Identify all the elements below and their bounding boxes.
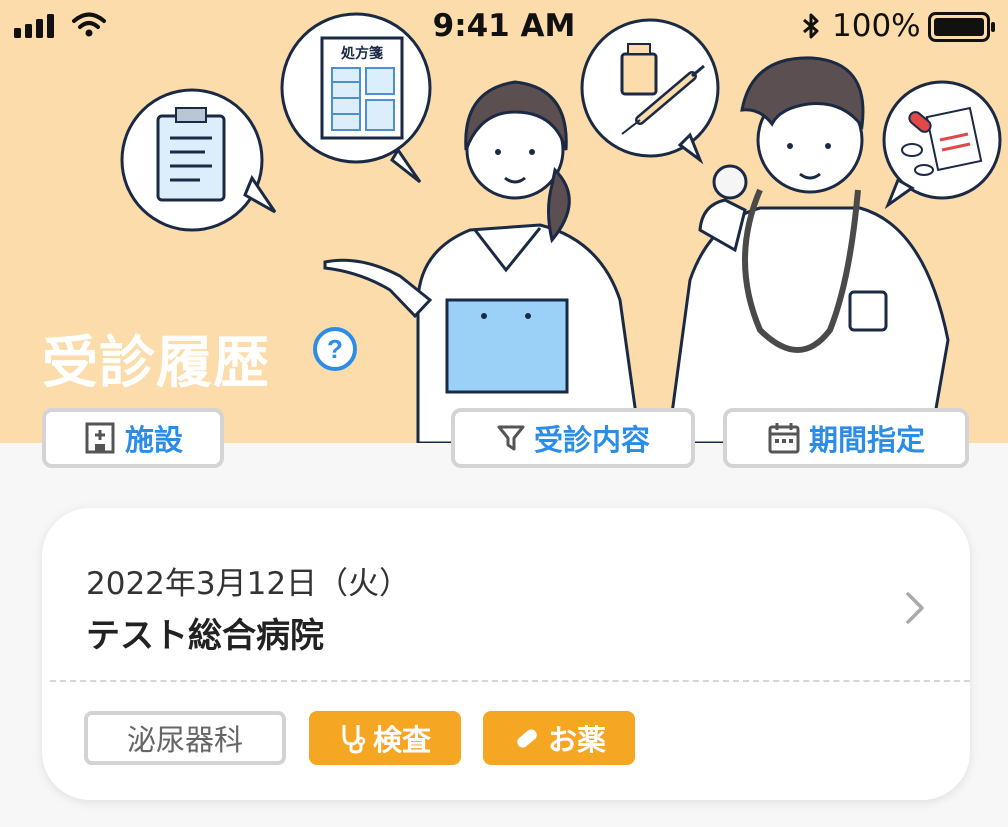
exam-tag: 検査 xyxy=(309,711,461,765)
filter-visit-content-button[interactable]: 受診内容 xyxy=(451,408,695,468)
medicine-tag-label: お薬 xyxy=(547,723,606,757)
visit-date: 2022年3月12日（火） xyxy=(86,566,411,602)
svg-text:?: ? xyxy=(327,334,343,364)
battery-icon xyxy=(928,12,995,42)
hero-banner: 処方箋 9:41 AM 100% 受診履歴 ? xyxy=(0,0,1008,443)
filter-funnel-icon xyxy=(497,425,525,451)
department-tag: 泌尿器科 xyxy=(84,711,286,765)
question-circle-icon[interactable]: ? xyxy=(312,326,358,372)
status-bar: 9:41 AM 100% xyxy=(0,0,1008,52)
calendar-icon xyxy=(768,423,800,454)
pills-bubble-icon xyxy=(882,80,1002,210)
visit-history-card[interactable]: 2022年3月12日（火） テスト総合病院 泌尿器科 検査 お薬 xyxy=(42,508,970,800)
card-divider xyxy=(50,680,970,682)
hospital-building-icon xyxy=(85,422,115,454)
stethoscope-icon xyxy=(342,725,366,754)
page-title: 受診履歴 xyxy=(42,331,270,396)
battery-percent: 100% xyxy=(832,8,921,44)
medicine-tag: お薬 xyxy=(483,711,635,765)
bluetooth-icon xyxy=(803,13,819,39)
pill-icon xyxy=(517,729,537,748)
filter-period-label: 期間指定 xyxy=(808,423,925,457)
chevron-right-icon xyxy=(906,592,924,624)
filter-facility-button[interactable]: 施設 xyxy=(42,408,224,468)
clipboard-bubble-icon xyxy=(120,88,277,232)
filter-visit-content-label: 受診内容 xyxy=(533,423,650,457)
filter-facility-label: 施設 xyxy=(124,423,183,457)
exam-tag-label: 検査 xyxy=(372,723,431,757)
filter-period-button[interactable]: 期間指定 xyxy=(723,408,969,468)
hospital-name: テスト総合病院 xyxy=(86,616,324,656)
